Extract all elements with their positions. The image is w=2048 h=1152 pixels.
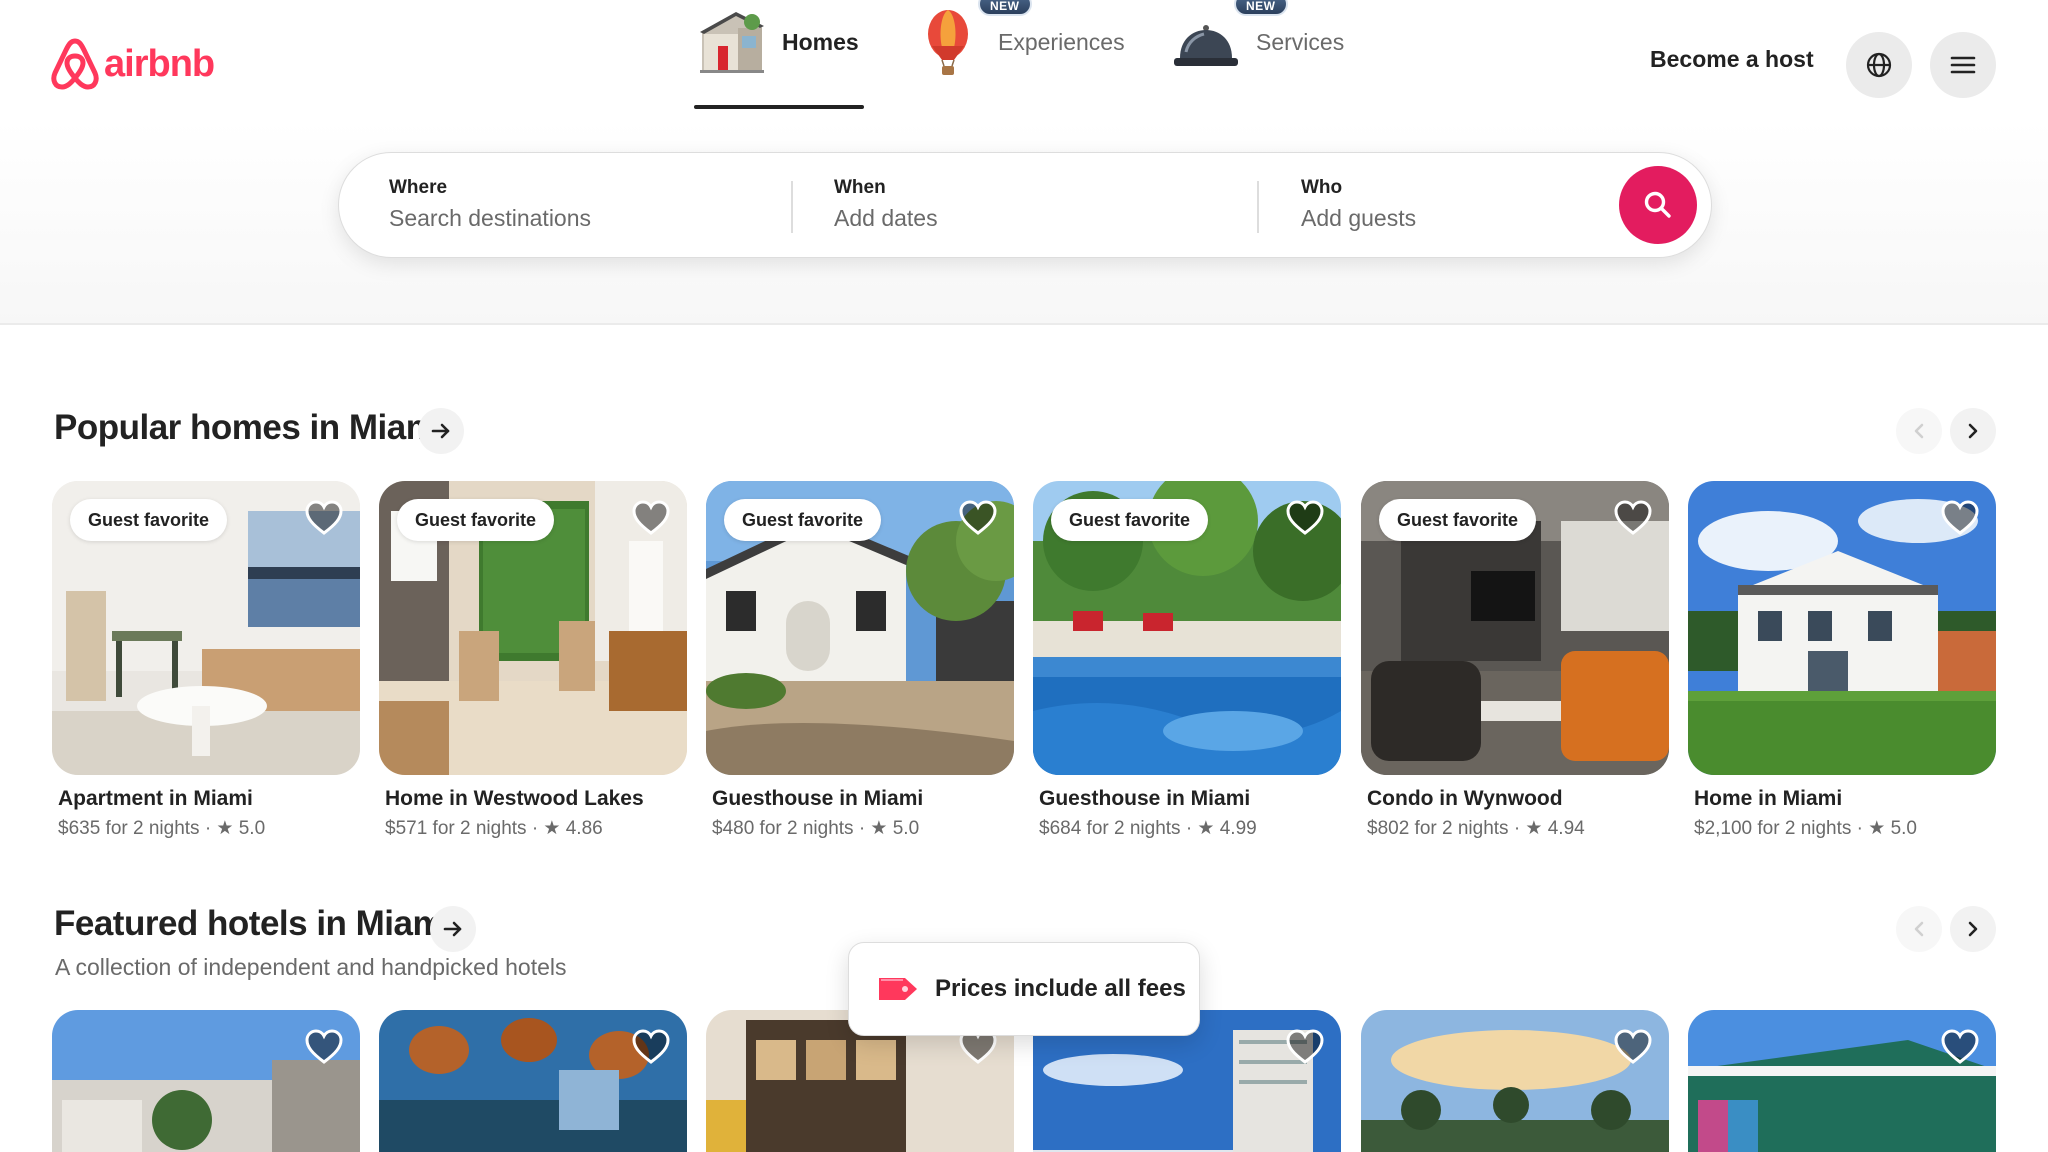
heart-icon[interactable]: [304, 499, 344, 537]
tab-services[interactable]: Services NEW: [1170, 0, 1344, 84]
become-host-link[interactable]: Become a host: [1650, 46, 1814, 73]
popular-next-button[interactable]: [1950, 408, 1996, 454]
globe-icon: [1866, 52, 1892, 78]
featured-prev-button[interactable]: [1896, 906, 1942, 952]
listing-title: Guesthouse in Miami: [712, 787, 924, 810]
listing-title: Home in Westwood Lakes: [385, 787, 644, 810]
search-divider: [1257, 181, 1259, 233]
listing-title: Condo in Wynwood: [1367, 787, 1563, 810]
listing-card[interactable]: Guest favorite Condo in Wynwood $802 for…: [1361, 481, 1669, 840]
hotel-card[interactable]: [52, 1010, 360, 1152]
service-bell-icon: [1174, 25, 1238, 66]
where-label: Where: [389, 177, 448, 198]
chevron-right-icon: [1968, 921, 1978, 937]
listing-card[interactable]: Guest favorite Home in Westwood Lakes $5…: [379, 481, 687, 840]
toast-text: Prices include all fees: [935, 975, 1186, 1002]
featured-hotels-arrow-button[interactable]: [430, 906, 476, 952]
listing-card[interactable]: Guest favorite Apartment in Miami $635 f…: [52, 481, 360, 840]
when-field[interactable]: When Add dates: [834, 177, 938, 232]
popular-homes-arrow-button[interactable]: [418, 408, 464, 454]
listing-title: Home in Miami: [1694, 787, 1843, 810]
heart-icon[interactable]: [1613, 499, 1653, 537]
heart-icon[interactable]: [631, 1028, 671, 1066]
globe-button[interactable]: [1846, 32, 1912, 98]
menu-icon: [1950, 56, 1976, 74]
listing-price-rating: $2,100 for 2 nights · ★ 5.0: [1694, 818, 1917, 839]
where-input[interactable]: Search destinations: [389, 205, 591, 232]
listing-photo[interactable]: Guest favorite: [706, 481, 1014, 775]
guest-favorite-badge: Guest favorite: [70, 499, 228, 541]
listing-card[interactable]: Guest favorite Guesthouse in Miami $480 …: [706, 481, 1014, 840]
featured-hotels-subtitle: A collection of independent and handpick…: [55, 954, 567, 980]
arrow-right-icon: [431, 423, 450, 439]
who-input[interactable]: Add guests: [1301, 205, 1416, 232]
guest-favorite-badge: Guest favorite: [724, 499, 882, 541]
popular-prev-button[interactable]: [1896, 408, 1942, 454]
heart-icon[interactable]: [1940, 1028, 1980, 1066]
search-button[interactable]: [1619, 166, 1697, 244]
listing-photo[interactable]: Guest favorite: [1033, 481, 1341, 775]
listing-photo[interactable]: Guest favorite: [52, 481, 360, 775]
arrow-right-icon: [443, 921, 462, 937]
listing-photo[interactable]: Guest favorite: [1361, 481, 1669, 775]
hot-air-balloon-icon: [928, 10, 968, 75]
when-label: When: [834, 177, 886, 198]
search-icon: [1644, 191, 1671, 218]
hotel-card[interactable]: [1361, 1010, 1669, 1152]
featured-next-button[interactable]: [1950, 906, 1996, 952]
airbnb-logo-icon: [51, 38, 99, 90]
new-badge: NEW: [978, 0, 1032, 16]
heart-icon[interactable]: [631, 499, 671, 537]
tab-services-label: Services: [1256, 28, 1345, 55]
listing-photo[interactable]: Guest favorite: [379, 481, 687, 775]
hotel-card[interactable]: [1688, 1010, 1996, 1152]
tab-experiences-label: Experiences: [998, 28, 1125, 55]
featured-hotels-title[interactable]: Featured hotels in Miami: [54, 904, 453, 944]
heart-icon[interactable]: [958, 499, 998, 537]
who-field[interactable]: Who Add guests: [1301, 177, 1416, 232]
search-bar: Where Search destinations When Add dates…: [338, 152, 1712, 258]
popular-homes-title[interactable]: Popular homes in Miami: [54, 408, 446, 448]
listing-card[interactable]: Home in Miami $2,100 for 2 nights · ★ 5.…: [1688, 481, 1996, 840]
listing-price-rating: $802 for 2 nights · ★ 4.94: [1367, 818, 1585, 839]
listing-price-rating: $571 for 2 nights · ★ 4.86: [385, 818, 603, 839]
listing-card[interactable]: Guest favorite Guesthouse in Miami $684 …: [1033, 481, 1341, 840]
guest-favorite-badge: Guest favorite: [397, 499, 555, 541]
chevron-left-icon: [1914, 921, 1924, 937]
listing-price-rating: $684 for 2 nights · ★ 4.99: [1039, 818, 1257, 839]
heart-icon[interactable]: [304, 1028, 344, 1066]
house-icon: [700, 12, 764, 73]
heart-icon[interactable]: [1285, 499, 1325, 537]
who-label: Who: [1301, 177, 1343, 198]
heart-icon[interactable]: [1285, 1028, 1325, 1066]
chevron-right-icon: [1968, 423, 1978, 439]
airbnb-logo[interactable]: airbnb: [50, 36, 215, 92]
when-input[interactable]: Add dates: [834, 205, 938, 232]
listing-price-rating: $635 for 2 nights · ★ 5.0: [58, 818, 266, 839]
heart-icon[interactable]: [1940, 499, 1980, 537]
tab-homes-label: Homes: [782, 28, 859, 55]
listing-title: Guesthouse in Miami: [1039, 787, 1251, 810]
heart-icon[interactable]: [1613, 1028, 1653, 1066]
price-tag-icon: [879, 978, 917, 1000]
menu-button[interactable]: [1930, 32, 1996, 98]
airbnb-wordmark: airbnb: [104, 42, 215, 85]
active-tab-indicator: [694, 105, 864, 109]
new-badge: NEW: [1234, 0, 1288, 16]
guest-favorite-badge: Guest favorite: [1379, 499, 1537, 541]
prices-include-fees-toast[interactable]: Prices include all fees: [848, 942, 1200, 1036]
listing-photo[interactable]: [1688, 481, 1996, 775]
tab-experiences[interactable]: Experiences NEW: [912, 0, 1125, 84]
hotel-card[interactable]: [379, 1010, 687, 1152]
guest-favorite-badge: Guest favorite: [1051, 499, 1209, 541]
search-divider: [791, 181, 793, 233]
listing-title: Apartment in Miami: [58, 787, 253, 810]
listing-price-rating: $480 for 2 nights · ★ 5.0: [712, 818, 920, 839]
where-field[interactable]: Where Search destinations: [389, 177, 591, 232]
tab-homes[interactable]: Homes: [696, 0, 859, 84]
chevron-left-icon: [1914, 423, 1924, 439]
header: airbnb Homes Experiences NEW Services NE…: [0, 0, 2048, 325]
